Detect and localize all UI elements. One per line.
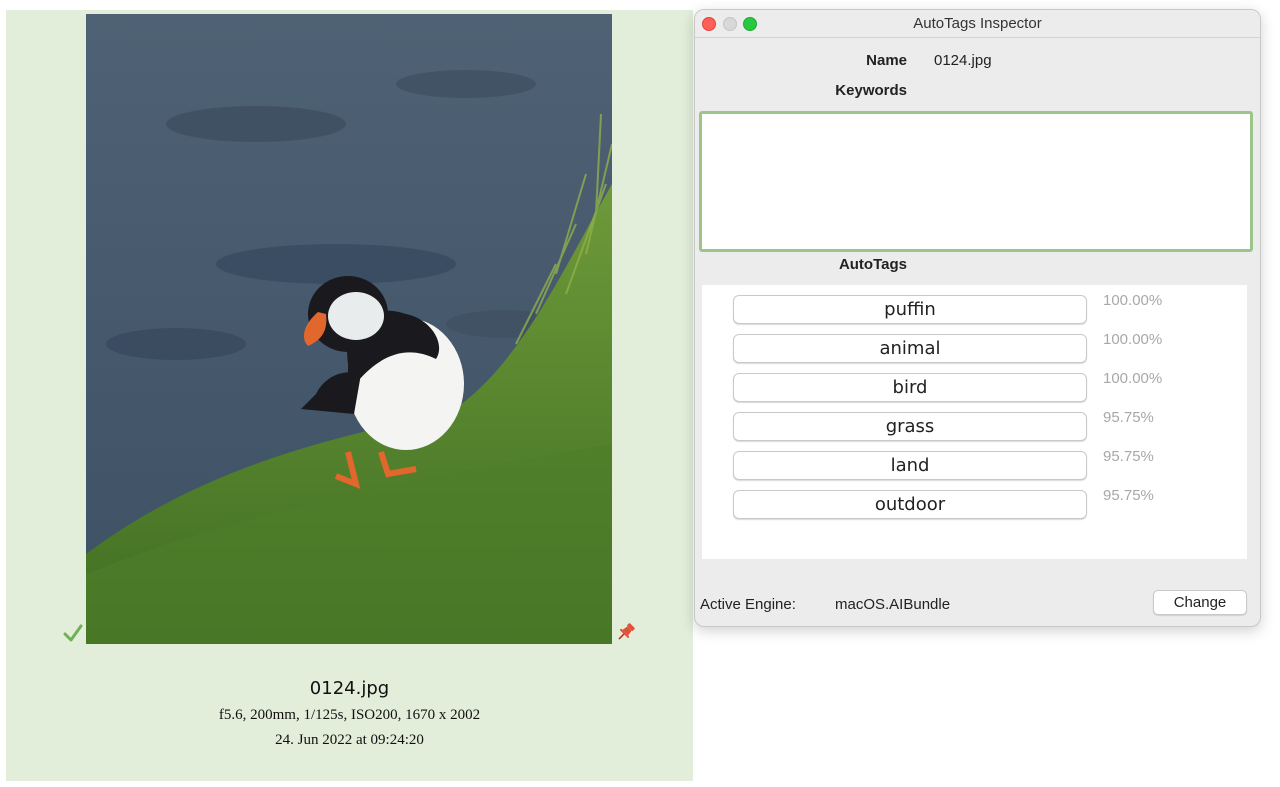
- tag-button-land[interactable]: land: [733, 451, 1087, 480]
- tag-button-puffin[interactable]: puffin: [733, 295, 1087, 324]
- title-bar[interactable]: AutoTags Inspector: [695, 10, 1260, 38]
- tag-confidence: 95.75%: [1103, 409, 1154, 426]
- photo-filename: 0124.jpg: [309, 678, 390, 699]
- autotags-list: puffin 100.00% animal 100.00% bird 100.0…: [702, 285, 1247, 559]
- active-engine-value: macOS.AIBundle: [835, 596, 951, 613]
- photo-date: 24. Jun 2022 at 09:24:20: [275, 732, 424, 748]
- keywords-label: Keywords: [835, 82, 907, 99]
- tag-button-outdoor[interactable]: outdoor: [733, 490, 1087, 519]
- image-card[interactable]: 0124.jpg f5.6, 200mm, 1/125s, ISO200, 16…: [6, 10, 693, 781]
- photo-exif: f5.6, 200mm, 1/125s, ISO200, 1670 x 2002: [218, 707, 481, 723]
- tag-row-animal: animal 100.00%: [702, 331, 1247, 364]
- tag-row-bird: bird 100.00%: [702, 370, 1247, 403]
- tag-confidence: 95.75%: [1103, 487, 1154, 504]
- keywords-field[interactable]: [699, 111, 1253, 252]
- name-value: 0124.jpg: [934, 52, 992, 69]
- tag-confidence: 95.75%: [1103, 448, 1154, 465]
- tag-row-outdoor: outdoor 95.75%: [702, 487, 1247, 520]
- tag-confidence: 100.00%: [1103, 331, 1163, 348]
- puffin-photo[interactable]: [86, 14, 612, 644]
- photo-image: [86, 14, 612, 644]
- tag-confidence: 100.00%: [1103, 292, 1163, 309]
- active-engine-label: Active Engine:: [700, 596, 796, 613]
- tag-row-grass: grass 95.75%: [702, 409, 1247, 442]
- tag-confidence: 100.00%: [1103, 370, 1163, 387]
- checkmark-icon[interactable]: [62, 622, 84, 644]
- autotags-inspector-window: AutoTags Inspector Name 0124.jpg Keyword…: [694, 9, 1261, 627]
- pin-icon[interactable]: [614, 620, 638, 644]
- change-engine-button[interactable]: Change: [1153, 590, 1247, 615]
- tag-button-bird[interactable]: bird: [733, 373, 1087, 402]
- tag-button-animal[interactable]: animal: [733, 334, 1087, 363]
- tag-row-puffin: puffin 100.00%: [702, 292, 1247, 325]
- name-label: Name: [866, 52, 907, 69]
- autotags-label: AutoTags: [838, 256, 907, 273]
- tag-row-land: land 95.75%: [702, 448, 1247, 481]
- tag-button-grass[interactable]: grass: [733, 412, 1087, 441]
- window-title: AutoTags Inspector: [913, 15, 1042, 32]
